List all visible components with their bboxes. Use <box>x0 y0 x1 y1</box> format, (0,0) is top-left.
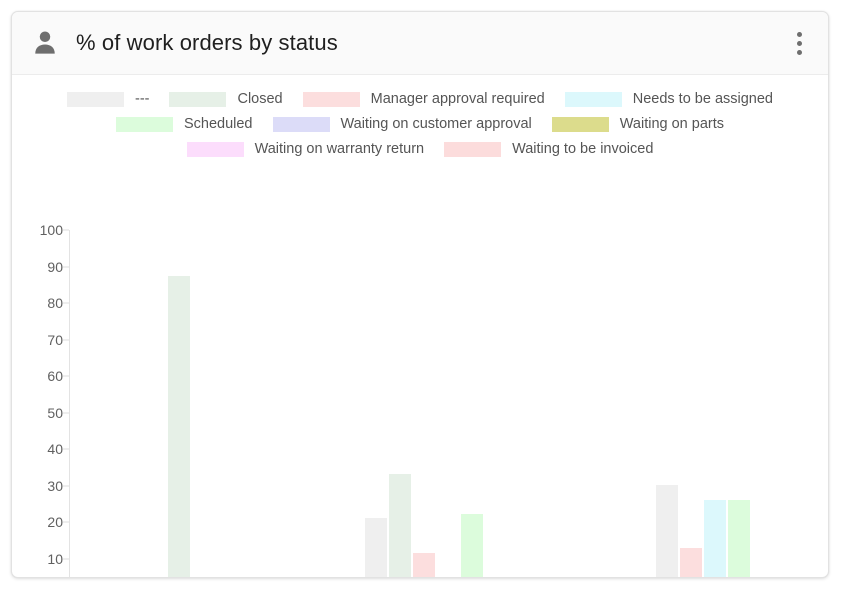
y-axis-tick-label: 100 <box>39 222 63 238</box>
y-axis-tick-mark <box>63 485 69 486</box>
bars-layer <box>70 230 816 577</box>
legend-swatch <box>272 116 330 132</box>
legend-label: --- <box>134 91 150 107</box>
legend-label: Waiting to be invoiced <box>512 141 654 157</box>
chart-card: % of work orders by status --- Closed Mana… <box>11 11 829 578</box>
legend-swatch <box>169 91 227 107</box>
legend-swatch <box>551 116 609 132</box>
y-axis-tick-label: 60 <box>47 368 63 384</box>
y-axis-tick-mark <box>63 266 69 267</box>
legend-item[interactable]: Waiting to be invoiced <box>444 141 653 157</box>
legend-label: Needs to be assigned <box>632 91 773 107</box>
y-axis-tick-mark <box>63 302 69 304</box>
page-title: % of work orders by status <box>76 30 338 55</box>
bar[interactable] <box>365 518 387 577</box>
kebab-menu-icon[interactable] <box>788 28 810 58</box>
kebab-dot-3 <box>796 49 802 55</box>
legend-swatch <box>115 116 173 132</box>
bar[interactable] <box>728 500 750 577</box>
legend-label: Closed <box>237 91 283 107</box>
legend-row: Waiting on warranty return Waiting to be … <box>177 141 664 157</box>
kebab-dot-1 <box>796 31 802 37</box>
legend-swatch <box>564 91 622 107</box>
y-axis-tick-mark <box>63 229 69 231</box>
bar[interactable] <box>144 576 166 577</box>
legend-label: Waiting on customer approval <box>340 116 532 132</box>
y-axis-tick-mark <box>63 448 69 450</box>
bar[interactable] <box>680 547 702 577</box>
bar[interactable] <box>168 276 190 577</box>
chart-body: --- Closed Manager approval required Needs … <box>12 75 828 577</box>
person-icon <box>35 31 55 54</box>
legend-item[interactable]: Needs to be assigned <box>564 91 773 107</box>
card-header: % of work orders by status <box>12 12 828 75</box>
y-axis-tick-label: 70 <box>47 331 63 348</box>
legend-row: Scheduled Waiting on customer approval Wai… <box>106 116 734 132</box>
legend-label: Waiting on parts <box>619 116 725 132</box>
bar[interactable] <box>413 552 435 577</box>
bar[interactable] <box>437 576 459 577</box>
y-axis-tick-label: 30 <box>47 477 63 494</box>
y-axis-tick-mark <box>63 521 69 523</box>
y-axis-tick-label: 10 <box>47 550 63 567</box>
legend-label: Scheduled <box>183 116 253 132</box>
y-axis-tick-label: 90 <box>47 258 63 275</box>
legend-swatch <box>302 91 360 107</box>
plot-area: 0102030405060708090100 Jan 2022Feb 2022M… <box>40 222 816 577</box>
legend-item[interactable]: Waiting on customer approval <box>272 116 532 132</box>
bar-group <box>656 230 774 577</box>
bar[interactable] <box>461 513 483 577</box>
bar[interactable] <box>656 484 678 577</box>
kebab-dot-2 <box>796 40 802 46</box>
y-axis-tick-label: 50 <box>47 404 63 421</box>
y-axis-tick-mark <box>63 558 69 559</box>
bar-group <box>365 230 579 577</box>
legend-swatch <box>186 141 244 157</box>
legend-item[interactable]: Waiting on warranty return <box>186 141 425 157</box>
legend-label: Manager approval required <box>370 91 545 107</box>
legend-item[interactable]: Manager approval required <box>302 91 545 107</box>
bar[interactable] <box>389 474 411 577</box>
y-axis-tick-label: 80 <box>47 295 63 311</box>
y-axis-tick-mark <box>63 412 69 413</box>
bar[interactable] <box>704 500 726 577</box>
y-axis-tick-mark <box>63 339 69 340</box>
legend-item[interactable]: --- <box>66 91 150 107</box>
y-axis-labels: 0102030405060708090100 <box>23 222 69 577</box>
y-axis-tick-mark <box>63 375 69 377</box>
y-axis-tick-label: 20 <box>47 514 63 530</box>
legend-label: Waiting on warranty return <box>254 141 425 157</box>
legend-item[interactable]: Closed <box>169 91 283 107</box>
legend-row: --- Closed Manager approval required Needs … <box>57 91 783 107</box>
y-axis-tick-label: 40 <box>47 441 63 457</box>
legend-item[interactable]: Scheduled <box>115 116 253 132</box>
chart-legend: --- Closed Manager approval required Needs … <box>12 91 828 157</box>
bar-group <box>144 230 262 577</box>
legend-swatch <box>444 141 502 157</box>
legend-swatch <box>66 91 124 107</box>
bar[interactable] <box>240 576 262 577</box>
legend-item[interactable]: Waiting on parts <box>551 116 725 132</box>
